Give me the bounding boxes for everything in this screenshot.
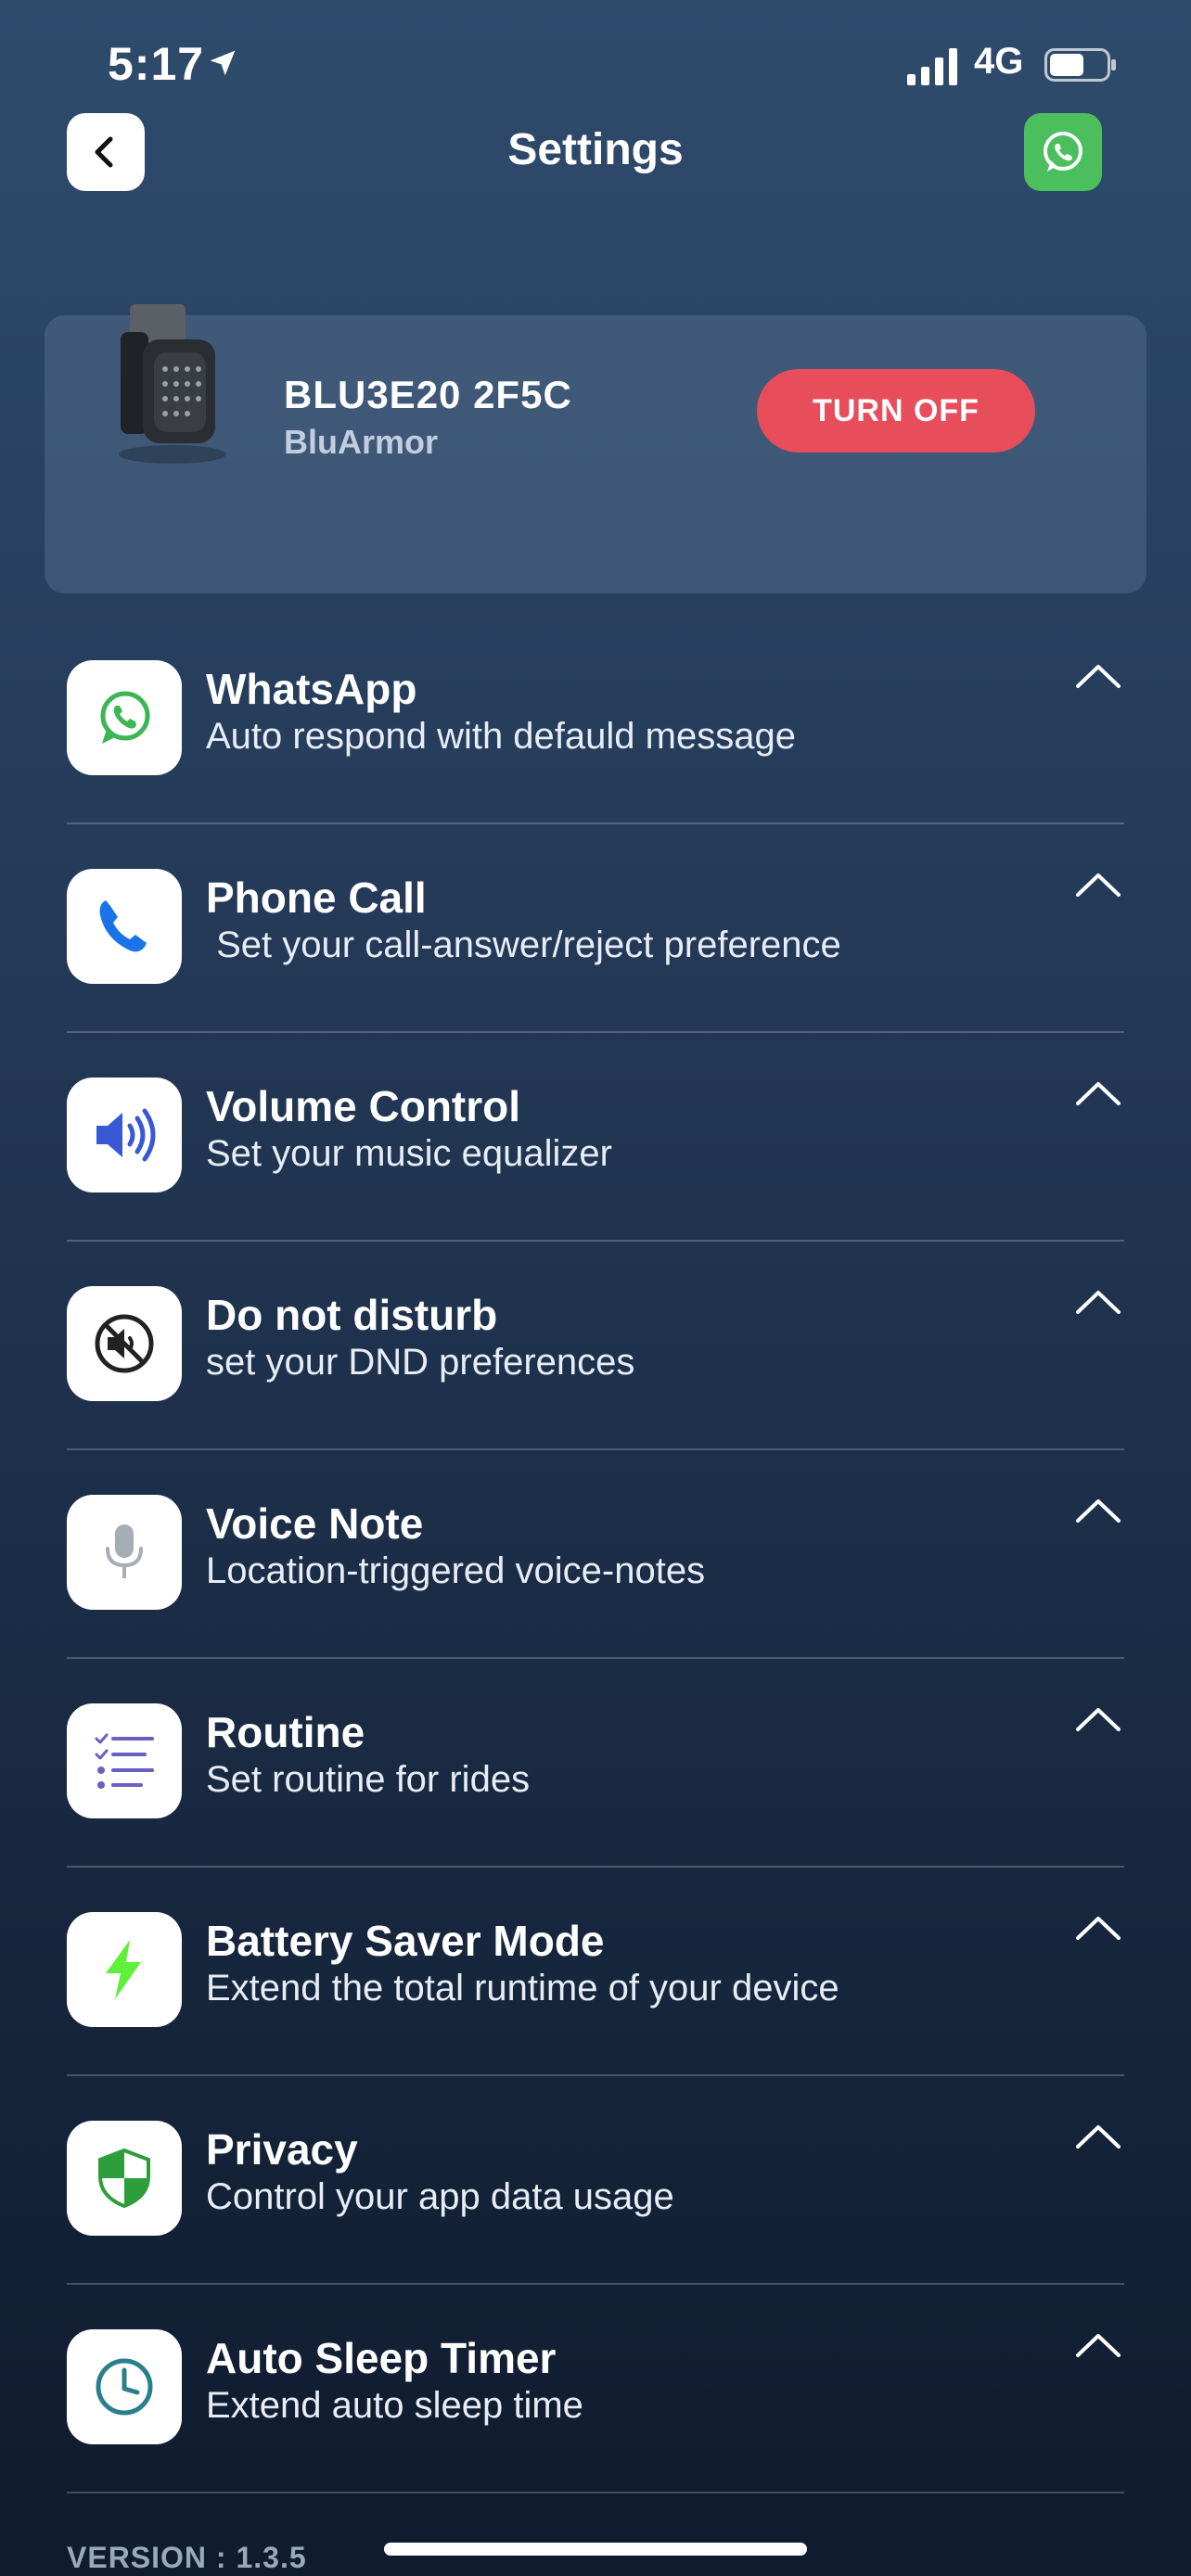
microphone-icon [67, 1495, 182, 1610]
setting-subtitle: Set routine for rides [206, 1759, 531, 1800]
chevron-up-icon[interactable] [1074, 1288, 1122, 1316]
whatsapp-icon [67, 660, 182, 775]
setting-row-do-not-disturb[interactable]: Do not disturb set your DND preferences [0, 1266, 1191, 1474]
setting-subtitle: Location-triggered voice-notes [206, 1550, 706, 1591]
status-time: 5:17 [108, 38, 205, 90]
setting-row-volume-control[interactable]: Volume Control Set your music equalizer [0, 1057, 1191, 1266]
setting-subtitle: Auto respond with defauld message [206, 716, 796, 757]
setting-title: WhatsApp [206, 665, 417, 713]
setting-row-auto-sleep-timer[interactable]: Auto Sleep Timer Extend auto sleep time [0, 2309, 1191, 2518]
device-card: BLU3E20 2F5C BluArmor TURN OFF [45, 304, 1146, 593]
chevron-up-icon[interactable] [1074, 2123, 1122, 2150]
setting-row-routine[interactable]: Routine Set routine for rides [0, 1683, 1191, 1892]
app-version: VERSION : 1.3.5 [67, 2541, 307, 2574]
checklist-icon [67, 1703, 182, 1818]
chevron-up-icon[interactable] [1074, 1497, 1122, 1524]
lightning-icon [67, 1912, 182, 2027]
setting-title: Privacy [206, 2125, 358, 2174]
divider [67, 1240, 1124, 1242]
turn-off-button[interactable]: TURN OFF [757, 369, 1035, 453]
setting-title: Phone Call [206, 874, 427, 922]
setting-row-battery-saver[interactable]: Battery Saver Mode Extend the total runt… [0, 1892, 1191, 2100]
location-arrow-icon [210, 50, 236, 76]
network-type: 4G [974, 41, 1024, 82]
chevron-up-icon[interactable] [1074, 1914, 1122, 1942]
clock-icon [67, 2329, 182, 2444]
chevron-up-icon[interactable] [1074, 871, 1122, 899]
chevron-up-icon[interactable] [1074, 662, 1122, 690]
status-bar: 5:17 4G [0, 37, 1191, 102]
setting-title: Auto Sleep Timer [206, 2334, 557, 2382]
home-indicator[interactable] [384, 2543, 807, 2556]
divider [67, 823, 1124, 824]
divider [67, 1448, 1124, 1450]
battery-icon [1044, 48, 1116, 82]
phone-icon [67, 869, 182, 984]
whatsapp-icon [1044, 132, 1082, 172]
chevron-up-icon[interactable] [1074, 1079, 1122, 1107]
page-title: Settings [507, 125, 684, 174]
device-brand: BluArmor [284, 423, 439, 461]
shield-icon [67, 2121, 182, 2236]
divider [67, 2283, 1124, 2285]
divider [67, 1866, 1124, 1868]
chevron-up-icon[interactable] [1074, 2331, 1122, 2359]
setting-subtitle: Extend the total runtime of your device [206, 1968, 839, 2009]
setting-title: Voice Note [206, 1499, 424, 1548]
divider [67, 2492, 1124, 2493]
device-name: BLU3E20 2F5C [284, 373, 572, 416]
setting-row-phone-call[interactable]: Phone Call Set your call-answer/reject p… [0, 848, 1191, 1057]
chevron-up-icon[interactable] [1074, 1705, 1122, 1733]
setting-row-voice-note[interactable]: Voice Note Location-triggered voice-note… [0, 1474, 1191, 1683]
setting-subtitle: Extend auto sleep time [206, 2385, 583, 2426]
setting-title: Routine [206, 1708, 365, 1756]
signal-icon [907, 48, 957, 85]
divider [67, 2074, 1124, 2076]
setting-subtitle: Control your app data usage [206, 2176, 674, 2217]
setting-row-whatsapp[interactable]: WhatsApp Auto respond with defauld messa… [0, 640, 1191, 848]
setting-subtitle: Set your call-answer/reject preference [206, 925, 841, 965]
divider [67, 1031, 1124, 1033]
setting-row-privacy[interactable]: Privacy Control your app data usage [0, 2100, 1191, 2309]
speaker-icon [67, 1078, 182, 1192]
setting-title: Battery Saver Mode [206, 1917, 605, 1965]
whatsapp-button[interactable] [1024, 113, 1102, 191]
device-image [119, 304, 226, 464]
setting-subtitle: set your DND preferences [206, 1342, 635, 1383]
setting-title: Volume Control [206, 1082, 521, 1130]
setting-subtitle: Set your music equalizer [206, 1133, 612, 1174]
divider [67, 1657, 1124, 1659]
setting-title: Do not disturb [206, 1291, 498, 1339]
settings-list: WhatsApp Auto respond with defauld messa… [0, 640, 1191, 2518]
mute-icon [67, 1286, 182, 1401]
